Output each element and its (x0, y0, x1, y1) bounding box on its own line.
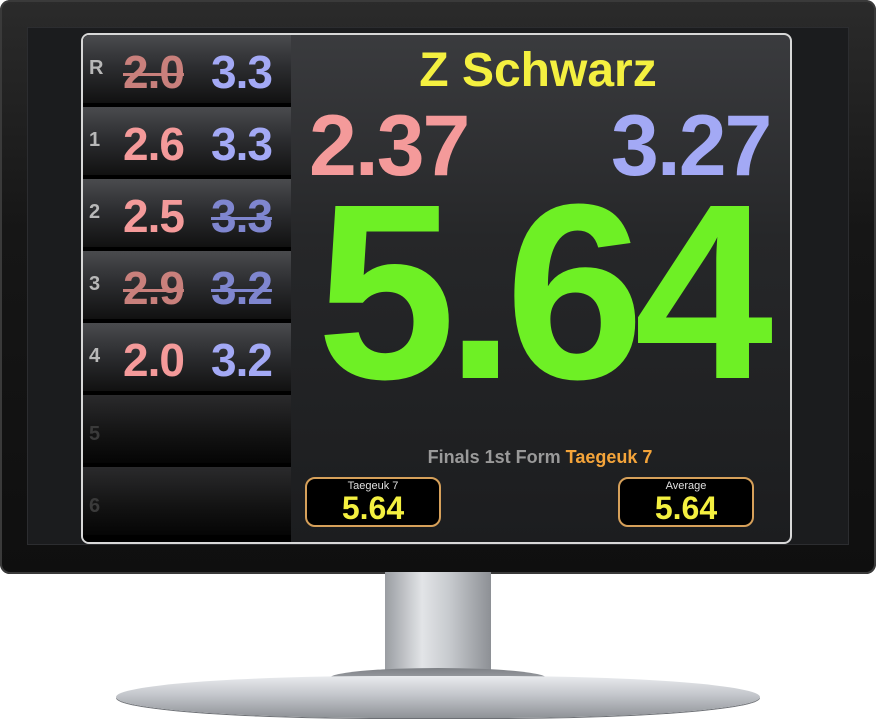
presentation-score: 3.3 (211, 190, 273, 242)
competitor-name: Z Schwarz (419, 44, 657, 97)
presentation-score: 3.3 (211, 118, 273, 170)
presentation-score: 3.2 (211, 334, 273, 386)
round-row-2: 2 2.5 3.3 (83, 179, 291, 248)
round-row-6: 6 (83, 467, 291, 536)
round-label: 4 (89, 345, 101, 367)
round-label: R (89, 57, 104, 79)
round-row-3: 3 2.9 3.2 (83, 251, 291, 320)
round-label: 1 (89, 129, 101, 151)
accuracy-score: 2.0 (123, 334, 185, 386)
presentation-score: 3.3 (211, 46, 273, 98)
round-row-5: 5 (83, 395, 291, 464)
monitor-stand-base (116, 676, 760, 718)
average-value: 5.64 (654, 490, 718, 526)
accuracy-score: 2.5 (123, 190, 185, 242)
round-label: 2 (89, 201, 101, 223)
total-score: 5.64 (316, 152, 774, 431)
form-info: Finals 1st Form Taegeuk 7 (297, 447, 783, 468)
round-row-4: 4 2.0 3.2 (83, 323, 291, 392)
monitor-stand-neck (385, 572, 491, 682)
form-name: Taegeuk 7 (565, 447, 653, 467)
round-label: 6 (89, 495, 101, 517)
form-score-value: 5.64 (341, 490, 405, 526)
accuracy-score: 2.9 (123, 262, 185, 314)
form-prefix: Finals 1st Form (427, 447, 561, 467)
round-row-r: R 2.0 3.3 (83, 35, 291, 104)
presentation-score: 3.2 (211, 262, 273, 314)
average-badge: Average 5.64 (618, 477, 754, 527)
round-row-1: 1 2.6 3.3 (83, 107, 291, 176)
round-label: 3 (89, 273, 101, 295)
accuracy-score: 2.0 (123, 46, 185, 98)
accuracy-score: 2.6 (123, 118, 185, 170)
round-label: 5 (89, 423, 101, 445)
scoreboard-screen: R 2.0 3.3 1 2.6 3.3 2 2.5 3.3 3 2.9 3.2 … (81, 33, 792, 544)
judge-rounds-panel: R 2.0 3.3 1 2.6 3.3 2 2.5 3.3 3 2.9 3.2 … (83, 35, 291, 542)
form-score-badge: Taegeuk 7 5.64 (305, 477, 441, 527)
